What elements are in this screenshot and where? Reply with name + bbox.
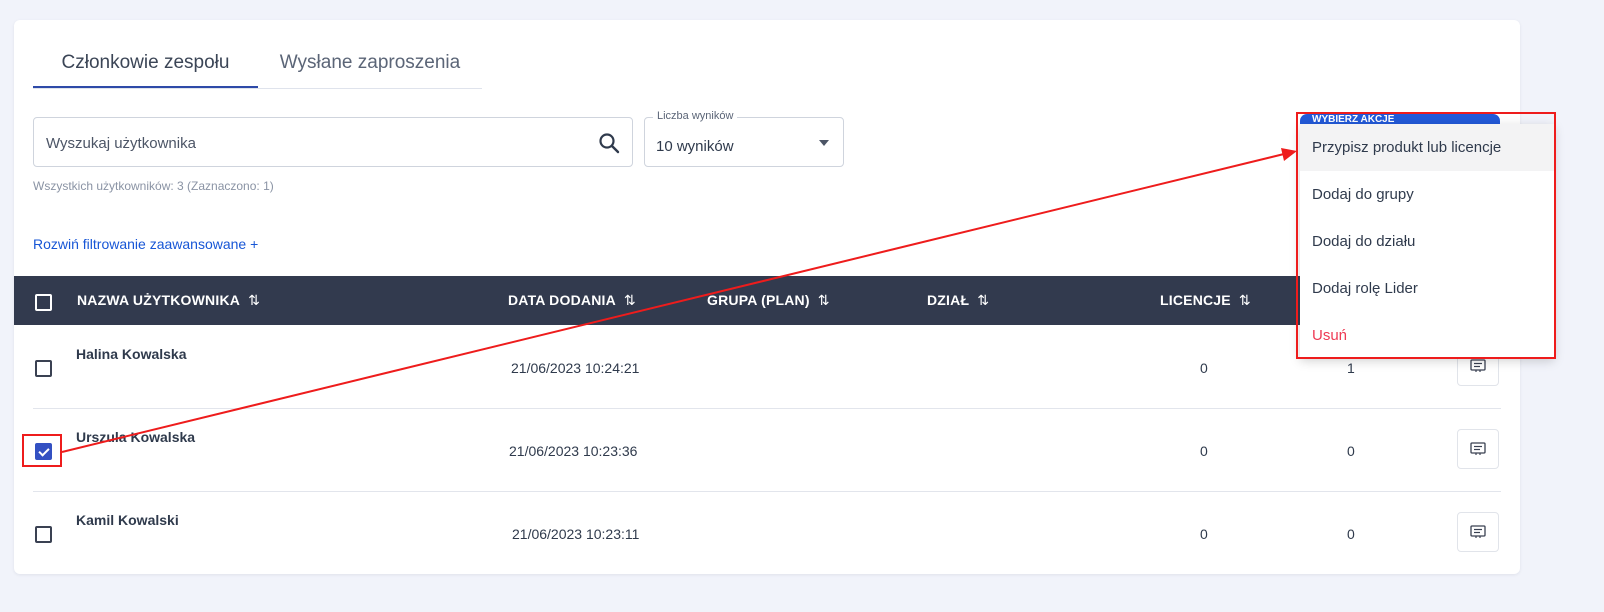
sort-icon: ⇅: [248, 292, 260, 308]
tab-sent-invitations[interactable]: Wysłane zaproszenia: [258, 40, 482, 87]
date-added: 21/06/2023 10:24:21: [511, 360, 640, 376]
search-box: [33, 117, 633, 168]
header-name-label: NAZWA UŻYTKOWNIKA: [77, 292, 241, 308]
user-name[interactable]: Kamil Kowalski: [76, 512, 179, 528]
table-row: Halina Kowalska 21/06/2023 10:24:21 0 1: [33, 325, 1501, 409]
table-header: NAZWA UŻYTKOWNIKA ⇅ DATA DODANIA ⇅ GRUPA (…: [14, 276, 1520, 325]
licenses-count: 0: [1200, 443, 1208, 459]
licenses-count: 0: [1200, 526, 1208, 542]
id-card-icon: [1470, 359, 1486, 372]
chevron-down-icon: [819, 140, 829, 146]
header-date[interactable]: DATA DODANIA ⇅: [508, 276, 636, 325]
header-dept[interactable]: DZIAŁ ⇅: [927, 276, 989, 325]
menu-item-delete[interactable]: Usuń: [1300, 312, 1554, 359]
table-row: Urszula Kowalska 21/06/2023 10:23:36 0 0: [33, 408, 1501, 492]
header-name[interactable]: NAZWA UŻYTKOWNIKA ⇅: [77, 276, 260, 325]
menu-item-add-leader-role[interactable]: Dodaj rolę Lider: [1300, 265, 1554, 312]
header-group-label: GRUPA (PLAN): [707, 292, 810, 308]
id-card-icon: [1470, 442, 1486, 455]
user-name[interactable]: Halina Kowalska: [76, 346, 187, 362]
row-details-button[interactable]: [1457, 429, 1499, 469]
count-cell: 1: [1347, 360, 1355, 376]
search-input[interactable]: [44, 118, 588, 168]
row-checkbox[interactable]: [35, 360, 52, 377]
table-row: Kamil Kowalski 21/06/2023 10:23:11 0 0: [33, 491, 1501, 574]
select-all-checkbox[interactable]: [35, 294, 52, 311]
licenses-count: 0: [1200, 360, 1208, 376]
menu-item-add-to-department[interactable]: Dodaj do działu: [1300, 218, 1554, 265]
row-details-button[interactable]: [1457, 512, 1499, 552]
advanced-filter-link[interactable]: Rozwiń filtrowanie zaawansowane +: [33, 236, 258, 252]
menu-item-add-to-group[interactable]: Dodaj do grupy: [1300, 171, 1554, 218]
search-icon[interactable]: [598, 132, 620, 154]
count-cell: 0: [1347, 526, 1355, 542]
count-cell: 0: [1347, 443, 1355, 459]
sort-icon: ⇅: [817, 292, 830, 308]
user-count-text: Wszystkich użytkowników: 3 (Zaznaczono: …: [33, 179, 274, 193]
header-group[interactable]: GRUPA (PLAN) ⇅: [707, 276, 830, 325]
menu-item-assign-product[interactable]: Przypisz produkt lub licencje: [1300, 124, 1554, 171]
sort-icon: ⇅: [977, 292, 989, 308]
header-date-label: DATA DODANIA: [508, 292, 616, 308]
row-checkbox[interactable]: [35, 526, 52, 543]
header-licenses-label: LICENCJE: [1160, 292, 1231, 308]
user-name[interactable]: Urszula Kowalska: [76, 429, 195, 445]
tab-bar: Członkowie zespołu Wysłane zaproszenia: [33, 40, 482, 89]
tab-team-members[interactable]: Członkowie zespołu: [33, 40, 258, 88]
header-licenses[interactable]: LICENCJE ⇅: [1160, 276, 1251, 325]
results-per-page-value: 10 wyników: [656, 138, 734, 155]
sort-icon: ⇅: [623, 292, 636, 308]
id-card-icon: [1470, 525, 1486, 538]
sort-icon: ⇅: [1238, 292, 1251, 308]
results-per-page-label: Liczba wyników: [653, 110, 738, 122]
actions-dropdown-menu: Przypisz produkt lub licencje Dodaj do g…: [1300, 124, 1554, 358]
results-per-page-select[interactable]: Liczba wyników 10 wyników: [644, 110, 844, 167]
header-dept-label: DZIAŁ: [927, 292, 970, 308]
row-checkbox[interactable]: [35, 443, 52, 460]
date-added: 21/06/2023 10:23:11: [512, 526, 640, 542]
date-added: 21/06/2023 10:23:36: [509, 443, 638, 459]
